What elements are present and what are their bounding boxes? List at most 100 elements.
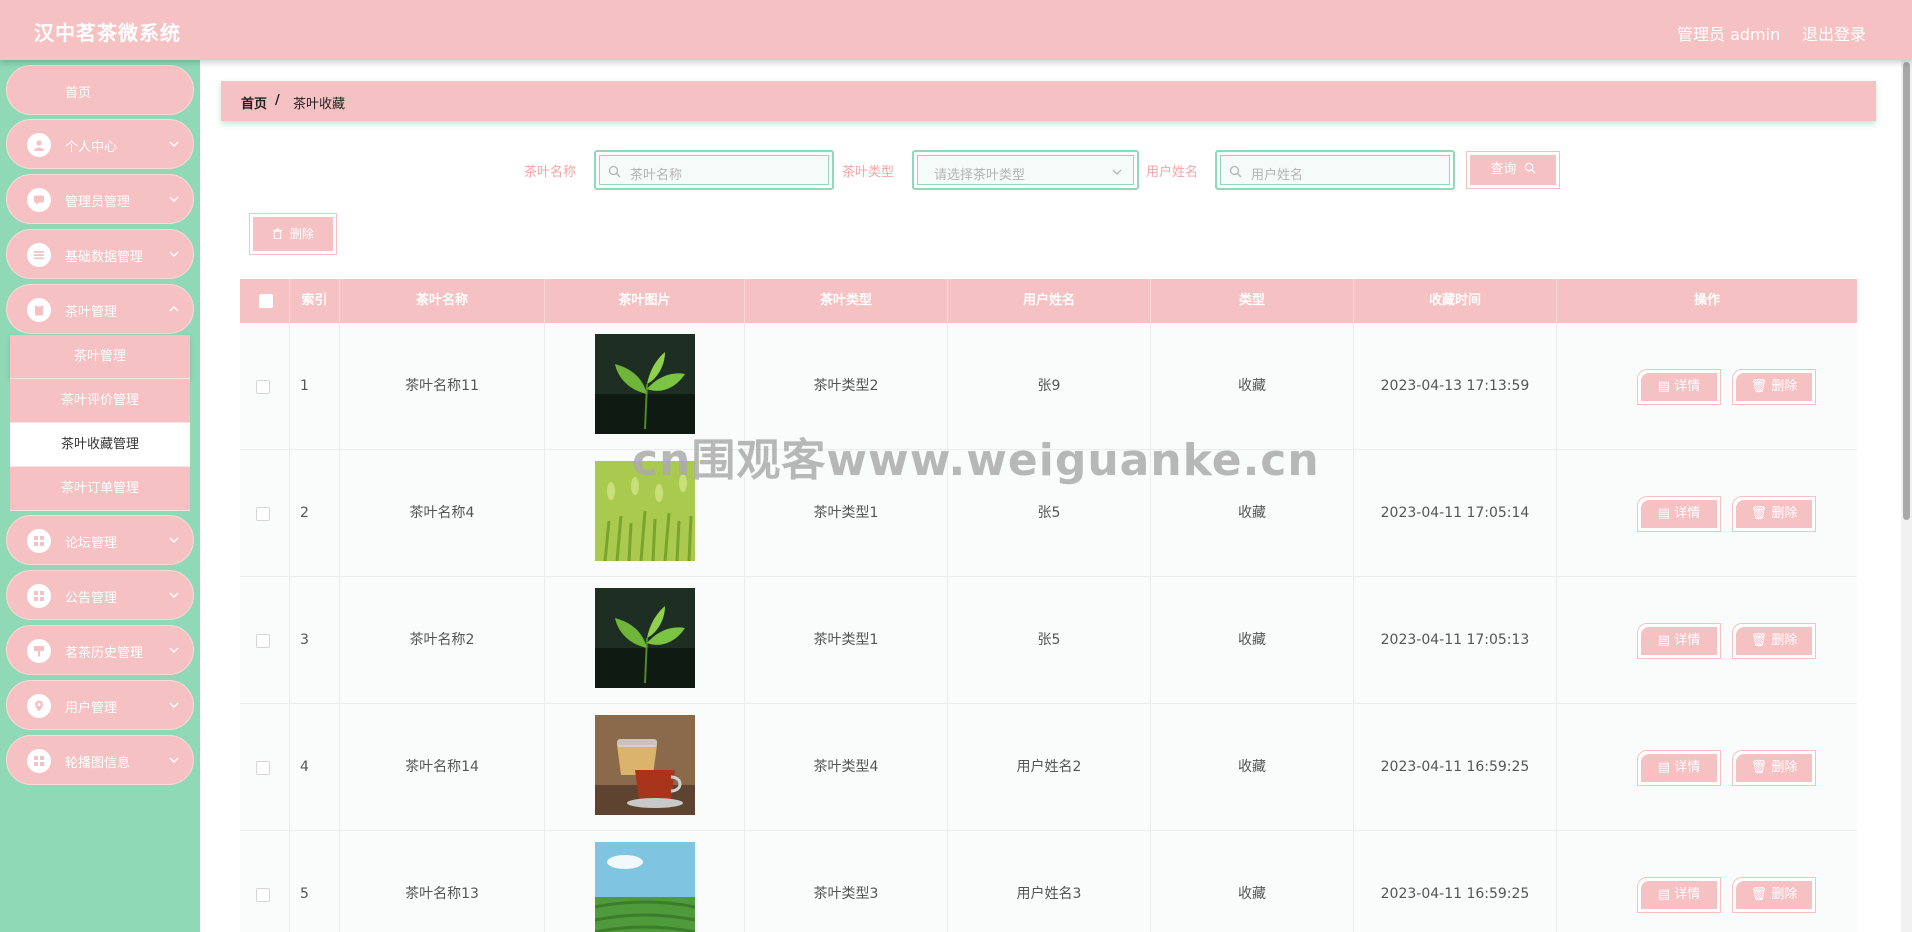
row-checkbox[interactable] (256, 380, 270, 394)
detail-button[interactable]: ▤ 详情 (1637, 369, 1721, 405)
col-header-user-name: 用户姓名 (948, 279, 1151, 323)
detail-button[interactable]: ▤ 详情 (1637, 750, 1721, 786)
tea-name-input[interactable]: 茶叶名称 (594, 150, 834, 190)
breadcrumb-home[interactable]: 首页 (241, 93, 267, 112)
row-check-cell (240, 577, 290, 704)
sidebar-item-forum[interactable]: 论坛管理 (6, 515, 194, 565)
cell-tea-type: 茶叶类型4 (745, 704, 948, 831)
submenu-item-tea-favorite[interactable]: 茶叶收藏管理 (10, 423, 190, 467)
sidebar-item-label: 茶叶管理 (65, 305, 118, 320)
row-checkbox[interactable] (256, 888, 270, 902)
submenu-item-tea-order[interactable]: 茶叶订单管理 (10, 467, 190, 511)
trash-icon: 🗑 (1750, 379, 1772, 394)
grid-icon (27, 749, 51, 773)
chevron-down-icon (169, 251, 179, 257)
delete-button[interactable]: 🗑 删除 (1732, 750, 1816, 786)
delete-button[interactable]: 🗑 删除 (1732, 877, 1816, 913)
cell-user-name: 用户姓名3 (948, 831, 1151, 932)
select-all-checkbox[interactable] (259, 294, 273, 308)
sidebar-item-home[interactable]: 首页 (6, 65, 194, 115)
user-name-label: 用户姓名 (1146, 165, 1199, 180)
table-header: 索引 茶叶名称 茶叶图片 茶叶类型 用户姓名 类型 收藏时间 操作 (240, 279, 1857, 323)
trash-icon: 🗑 (1750, 887, 1772, 902)
cell-favorite-time: 2023-04-13 17:13:59 (1354, 323, 1557, 450)
tea-type-select[interactable]: 请选择茶叶类型 (912, 150, 1139, 190)
tea-name-placeholder: 茶叶名称 (630, 168, 683, 183)
cell-actions: ▤ 详情 🗑 删除 (1557, 831, 1857, 932)
cell-favorite-time: 2023-04-11 17:05:13 (1354, 577, 1557, 704)
col-header-tea-type: 茶叶类型 (745, 279, 948, 323)
vertical-scrollbar[interactable] (1901, 60, 1912, 932)
cell-actions: ▤ 详情 🗑 删除 (1557, 577, 1857, 704)
watermark: cn围观客www.weiguanke.cn (632, 435, 1320, 486)
sidebar-item-label: 用户管理 (65, 701, 118, 716)
detail-label: 详情 (1674, 379, 1701, 394)
chevron-up-icon (169, 306, 179, 312)
delete-label: 删除 (1771, 633, 1798, 648)
delete-label: 删除 (1771, 379, 1798, 394)
sidebar-item-label: 公告管理 (65, 591, 118, 606)
col-header-favorite-time: 收藏时间 (1354, 279, 1557, 323)
detail-button[interactable]: ▤ 详情 (1637, 623, 1721, 659)
sidebar-item-basic-data[interactable]: 基础数据管理 (6, 229, 194, 279)
sidebar-item-admin-manage[interactable]: 管理员管理 (6, 174, 194, 224)
sidebar: 首页 个人中心 管理员管理 基础数据管理 茶叶管理 茶叶管理 茶叶评价管理 茶叶… (0, 60, 200, 932)
cell-actions: ▤ 详情 🗑 删除 (1557, 323, 1857, 450)
detail-label: 详情 (1674, 506, 1701, 521)
detail-label: 详情 (1674, 887, 1701, 902)
grid-icon (27, 529, 51, 553)
chevron-down-icon (169, 141, 179, 147)
sidebar-item-personal-center[interactable]: 个人中心 (6, 119, 194, 169)
cell-actions: ▤ 详情 🗑 删除 (1557, 704, 1857, 831)
sidebar-item-carousel[interactable]: 轮播图信息 (6, 735, 194, 785)
submenu-item-tea[interactable]: 茶叶管理 (10, 335, 190, 379)
sidebar-item-tea-history[interactable]: 茗茶历史管理 (6, 625, 194, 675)
row-check-cell (240, 704, 290, 831)
cell-tea-image (545, 577, 745, 704)
chevron-down-icon (169, 196, 179, 202)
doc-icon: ▤ (1657, 379, 1675, 394)
row-check-cell (240, 323, 290, 450)
doc-icon: ▤ (1657, 506, 1675, 521)
query-button[interactable]: 查询 (1466, 151, 1560, 189)
delete-button[interactable]: 🗑 删除 (1732, 496, 1816, 532)
col-header-tea-name: 茶叶名称 (340, 279, 545, 323)
delete-button[interactable]: 🗑 删除 (1732, 369, 1816, 405)
sidebar-item-user-manage[interactable]: 用户管理 (6, 680, 194, 730)
signpost-icon (27, 639, 51, 663)
scrollbar-thumb[interactable] (1903, 62, 1910, 520)
detail-button[interactable]: ▤ 详情 (1637, 496, 1721, 532)
sidebar-item-label: 基础数据管理 (65, 250, 144, 265)
chevron-down-icon (1112, 169, 1122, 175)
clipboard-icon (27, 298, 51, 322)
cell-tea-name: 茶叶名称11 (340, 323, 545, 450)
sidebar-item-label: 首页 (65, 86, 92, 101)
chevron-down-icon (169, 537, 179, 543)
delete-button[interactable]: 🗑 删除 (1732, 623, 1816, 659)
user-name-input[interactable]: 用户姓名 (1215, 150, 1455, 190)
col-header-actions: 操作 (1693, 293, 1720, 308)
select-all-cell (240, 279, 290, 323)
batch-delete-label: 删除 (289, 227, 314, 241)
batch-delete-button[interactable]: 删除 (249, 213, 337, 255)
app-title: 汉中茗茶微系统 (34, 21, 181, 45)
detail-button[interactable]: ▤ 详情 (1637, 877, 1721, 913)
cell-index: 2 (290, 450, 340, 577)
row-checkbox[interactable] (256, 761, 270, 775)
chevron-down-icon (169, 757, 179, 763)
cell-tea-name: 茶叶名称4 (340, 450, 545, 577)
search-icon (608, 165, 621, 178)
submenu-item-tea-review[interactable]: 茶叶评价管理 (10, 379, 190, 423)
doc-icon: ▤ (1657, 633, 1675, 648)
row-checkbox[interactable] (256, 507, 270, 521)
logout-link[interactable]: 退出登录 (1802, 21, 1866, 45)
cell-favorite-time: 2023-04-11 16:59:25 (1354, 704, 1557, 831)
delete-label: 删除 (1771, 506, 1798, 521)
sidebar-item-notice[interactable]: 公告管理 (6, 570, 194, 620)
delete-label: 删除 (1771, 760, 1798, 775)
cell-index: 1 (290, 323, 340, 450)
row-checkbox[interactable] (256, 634, 270, 648)
tea-cup-image (595, 715, 695, 815)
tea-type-label: 茶叶类型 (842, 165, 895, 180)
sidebar-item-tea-manage[interactable]: 茶叶管理 (6, 284, 194, 334)
